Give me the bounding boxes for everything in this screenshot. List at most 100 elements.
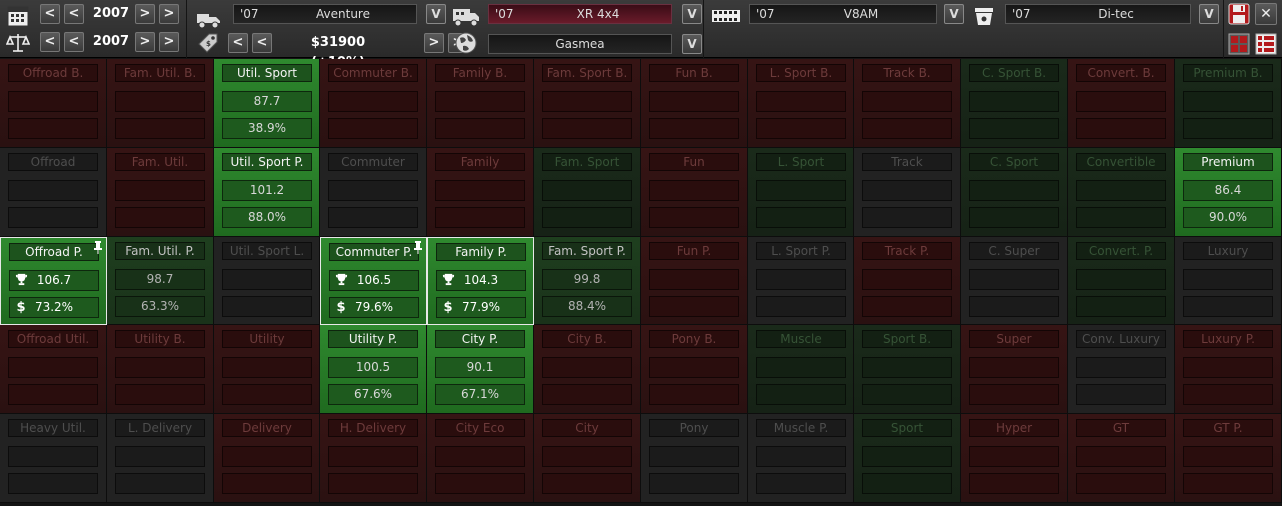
segment-cell[interactable]: L. Sport [748, 148, 854, 237]
segment-cell[interactable]: Premium B. [1175, 59, 1282, 148]
segment-cell[interactable]: Convert. B. [1068, 59, 1175, 148]
segment-cell[interactable]: C. Super [961, 237, 1068, 325]
segment-cell[interactable]: Pony [641, 414, 748, 503]
price-tag-icon: $ [198, 33, 218, 53]
year1-last-button[interactable]: > [159, 4, 179, 24]
segment-title: Sport B. [862, 330, 952, 348]
car2-select[interactable]: '07 XR 4x4 [488, 4, 672, 24]
segment-cell[interactable]: Fam. Util. P. 98.7 63.3% [107, 237, 214, 325]
car2-dropdown-button[interactable]: V [682, 4, 702, 24]
segment-cell[interactable]: L. Sport P. [748, 237, 854, 325]
car3-select[interactable]: '07 V8AM [749, 4, 937, 24]
segment-cell[interactable]: Offroad P. 106.7 $73.2% [0, 237, 107, 325]
segment-cell[interactable]: Utility [214, 325, 320, 414]
segment-cell[interactable]: Premium 86.4 90.0% [1175, 148, 1282, 237]
segment-score [8, 91, 98, 112]
segment-price-rating: 90.0% [1183, 207, 1273, 228]
car4-year: '07 [1012, 7, 1031, 21]
segment-cell[interactable]: Offroad B. [0, 59, 107, 148]
segment-cell[interactable]: Super [961, 325, 1068, 414]
segment-cell[interactable]: Sport [854, 414, 961, 503]
pin-icon[interactable] [92, 239, 104, 254]
segment-cell[interactable]: H. Delivery [320, 414, 427, 503]
segment-cell[interactable]: Util. Sport L. [214, 237, 320, 325]
segment-cell[interactable]: Fun [641, 148, 748, 237]
segment-cell[interactable]: Heavy Util. [0, 414, 107, 503]
region-select[interactable]: Gasmea [488, 34, 672, 54]
segment-price-rating [8, 473, 98, 494]
segment-cell[interactable]: Fam. Util. B. [107, 59, 214, 148]
price-prev-button[interactable]: < [252, 33, 272, 53]
segment-cell[interactable]: Hyper [961, 414, 1068, 503]
segment-cell[interactable]: GT P. [1175, 414, 1282, 503]
segment-cell[interactable]: Luxury [1175, 237, 1282, 325]
segment-cell[interactable]: Pony B. [641, 325, 748, 414]
pin-icon[interactable] [412, 239, 424, 254]
segment-title: City P. [435, 330, 525, 348]
segment-cell[interactable]: Track B. [854, 59, 961, 148]
close-button[interactable]: ✕ [1255, 3, 1277, 25]
list-view-icon[interactable] [1255, 33, 1277, 55]
segment-cell[interactable]: Family P. 104.3 $77.9% [427, 237, 534, 325]
segment-cell[interactable]: Track P. [854, 237, 961, 325]
segment-cell[interactable]: City Eco [427, 414, 534, 503]
segment-cell[interactable]: Convertible [1068, 148, 1175, 237]
region-dropdown-button[interactable]: V [682, 34, 702, 54]
segment-cell[interactable]: C. Sport [961, 148, 1068, 237]
segment-cell[interactable]: Convert. P. [1068, 237, 1175, 325]
price-next-button[interactable]: > [424, 33, 444, 53]
segment-cell[interactable]: Fam. Sport B. [534, 59, 641, 148]
segment-price-rating: 63.3% [115, 296, 205, 317]
year2-first-button[interactable]: < [40, 32, 60, 52]
segment-cell[interactable]: Sport B. [854, 325, 961, 414]
segment-cell[interactable]: Fun P. [641, 237, 748, 325]
segment-cell[interactable]: Util. Sport 87.7 38.9% [214, 59, 320, 148]
segment-cell[interactable]: Family [427, 148, 534, 237]
segment-cell[interactable]: Fam. Sport P. 99.8 88.4% [534, 237, 641, 325]
year2-next-button[interactable]: > [135, 32, 155, 52]
segment-cell[interactable]: Muscle P. [748, 414, 854, 503]
car1-select[interactable]: '07 Aventure [233, 4, 417, 24]
segment-cell[interactable]: Fam. Util. [107, 148, 214, 237]
segment-cell[interactable]: City P. 90.1 67.1% [427, 325, 534, 414]
segment-cell[interactable]: Commuter [320, 148, 427, 237]
price-first-button[interactable]: < [228, 33, 248, 53]
segment-cell[interactable]: L. Sport B. [748, 59, 854, 148]
year1-prev-button[interactable]: < [64, 4, 84, 24]
gearbox-icon [975, 8, 993, 25]
car3-dropdown-button[interactable]: V [944, 4, 964, 24]
year2-prev-button[interactable]: < [64, 32, 84, 52]
segment-cell[interactable]: GT [1068, 414, 1175, 503]
segment-cell[interactable]: Utility B. [107, 325, 214, 414]
segment-cell[interactable]: Conv. Luxury [1068, 325, 1175, 414]
segment-cell[interactable]: Offroad [0, 148, 107, 237]
car4-dropdown-button[interactable]: V [1199, 4, 1219, 24]
segment-cell[interactable]: Util. Sport P. 101.2 88.0% [214, 148, 320, 237]
segment-cell[interactable]: Commuter B. [320, 59, 427, 148]
segment-price-rating [862, 473, 952, 494]
year1-first-button[interactable]: < [40, 4, 60, 24]
segment-cell[interactable]: Fun B. [641, 59, 748, 148]
car4-select[interactable]: '07 Di-tec [1005, 4, 1191, 24]
segment-cell[interactable]: Commuter P. 106.5 $79.6% [320, 237, 427, 325]
segment-cell[interactable]: Muscle [748, 325, 854, 414]
year2-last-button[interactable]: > [159, 32, 179, 52]
segment-cell[interactable]: Offroad Util. [0, 325, 107, 414]
segment-cell[interactable]: C. Sport B. [961, 59, 1068, 148]
segment-cell[interactable]: City B. [534, 325, 641, 414]
car1-dropdown-button[interactable]: V [426, 4, 446, 24]
segment-cell[interactable]: L. Delivery [107, 414, 214, 503]
engine-section: '07 V8AM V '07 Di-tec V [705, 0, 1224, 58]
segment-cell[interactable]: Fam. Sport [534, 148, 641, 237]
segment-cell[interactable]: Track [854, 148, 961, 237]
segment-cell[interactable]: Luxury P. [1175, 325, 1282, 414]
year1-next-button[interactable]: > [135, 4, 155, 24]
grid-view-icon[interactable] [1228, 33, 1250, 55]
segment-cell[interactable]: Utility P. 100.5 67.6% [320, 325, 427, 414]
segment-cell[interactable]: Delivery [214, 414, 320, 503]
save-icon[interactable] [1228, 3, 1250, 25]
segment-cell[interactable]: City [534, 414, 641, 503]
segment-score: 99.8 [542, 269, 632, 290]
segment-score [435, 446, 525, 467]
segment-cell[interactable]: Family B. [427, 59, 534, 148]
